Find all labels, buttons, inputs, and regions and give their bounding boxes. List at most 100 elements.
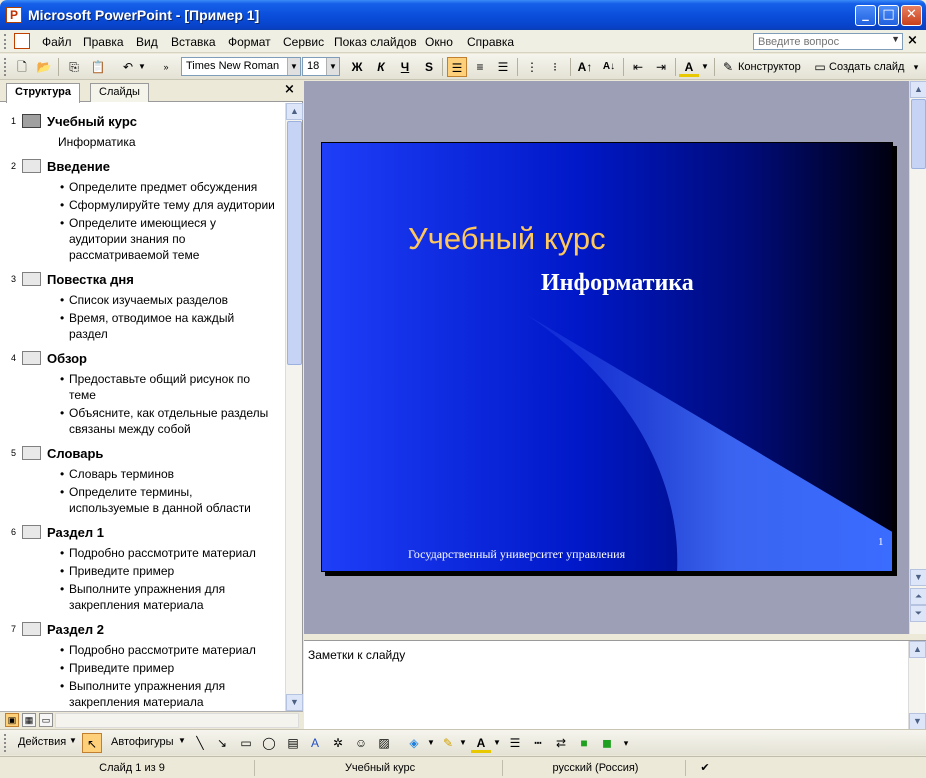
slide-title-text[interactable]: Учебный курс: [408, 221, 606, 257]
scroll-down-icon[interactable]: ▼: [910, 569, 926, 586]
dash-style-icon[interactable]: ┅: [528, 733, 548, 753]
chevron-down-icon[interactable]: ▼: [457, 733, 469, 753]
chevron-down-icon[interactable]: ▼: [891, 34, 900, 44]
list-item[interactable]: Список изучаемых разделов: [60, 292, 284, 308]
chevron-down-icon[interactable]: ▼: [326, 58, 339, 75]
close-icon[interactable]: ×: [284, 82, 295, 97]
slide-icon[interactable]: [22, 114, 41, 128]
normal-view-icon[interactable]: ▣: [5, 713, 19, 727]
list-item[interactable]: Словарь терминов: [60, 466, 284, 482]
menu-help[interactable]: Справка: [467, 35, 514, 49]
outline-slide-4[interactable]: 4 Обзор Предоставьте общий рисунок по те…: [0, 350, 285, 440]
close-document-icon[interactable]: ×: [907, 33, 918, 48]
font-color-icon[interactable]: A: [679, 57, 699, 77]
list-item[interactable]: Приведите пример: [60, 660, 284, 676]
document-icon[interactable]: [14, 33, 30, 49]
font-size-select[interactable]: 18 ▼: [302, 57, 340, 76]
scroll-up-icon[interactable]: ▲: [286, 103, 303, 120]
font-color-icon[interactable]: A: [471, 733, 491, 753]
list-item[interactable]: Выполните упражнения для закрепления мат…: [60, 581, 284, 613]
list-item[interactable]: Сформулируйте тему для аудитории: [60, 197, 284, 213]
slide-title[interactable]: Повестка дня: [47, 272, 134, 287]
outline-slide-1[interactable]: 1 Учебный курс Информатика: [0, 113, 285, 153]
increase-font-icon[interactable]: A↑: [575, 57, 595, 77]
previous-slide-icon[interactable]: ⏶: [910, 588, 926, 605]
slide-icon[interactable]: [22, 272, 41, 286]
menu-file[interactable]: Файл: [42, 35, 72, 49]
slide-title[interactable]: Раздел 1: [47, 525, 104, 540]
outline-content[interactable]: 1 Учебный курс Информатика 2 Введение Оп…: [0, 103, 285, 711]
outline-slide-7[interactable]: 7 Раздел 2 Подробно рассмотрите материал…: [0, 621, 285, 711]
clipart-icon[interactable]: ☺: [351, 733, 371, 753]
line-color-icon[interactable]: ✎: [438, 733, 458, 753]
list-item[interactable]: Объясните, как отдельные разделы связаны…: [60, 405, 284, 437]
diagram-icon[interactable]: ✲: [328, 733, 348, 753]
slide-icon[interactable]: [22, 159, 41, 173]
menu-tools[interactable]: Сервис: [283, 35, 324, 49]
autoshapes-menu[interactable]: Автофигуры: [111, 736, 174, 748]
select-pointer-icon[interactable]: ↖: [82, 733, 102, 753]
bullets-icon[interactable]: ⁝: [545, 57, 565, 77]
outline-slide-2[interactable]: 2 Введение Определите предмет обсуждения…: [0, 158, 285, 268]
slide-icon[interactable]: [22, 622, 41, 636]
menu-insert[interactable]: Вставка: [171, 35, 216, 49]
horizontal-scrollbar[interactable]: [55, 713, 299, 728]
slide-title[interactable]: Словарь: [47, 446, 103, 461]
slide-subtitle[interactable]: Информатика: [58, 135, 136, 149]
list-item[interactable]: Определите термины, используемые в данно…: [60, 484, 284, 516]
underline-button[interactable]: Ч: [395, 57, 415, 77]
slide-title[interactable]: Раздел 2: [47, 622, 104, 637]
slide-scrollbar[interactable]: ▲ ▼ ⏶ ⏷: [909, 81, 926, 634]
scrollbar-thumb[interactable]: [287, 121, 302, 365]
list-item[interactable]: Время, отводимое на каждый раздел: [60, 310, 284, 342]
textbox-icon[interactable]: ▤: [283, 733, 303, 753]
chevron-down-icon[interactable]: ▼: [69, 736, 77, 745]
outline-slide-6[interactable]: 6 Раздел 1 Подробно рассмотрите материал…: [0, 524, 285, 619]
slide-icon[interactable]: [22, 525, 41, 539]
tab-outline[interactable]: Структура: [6, 83, 80, 103]
picture-icon[interactable]: ▨: [374, 733, 394, 753]
slide-sorter-icon[interactable]: ▦: [22, 713, 36, 727]
oval-icon[interactable]: ◯: [259, 733, 279, 753]
wordart-icon[interactable]: A: [305, 733, 325, 753]
decrease-font-icon[interactable]: A↓: [599, 57, 619, 77]
slide-footer-text[interactable]: Государственный университет управления: [408, 547, 625, 562]
actions-menu[interactable]: Действия: [18, 736, 66, 748]
numbering-icon[interactable]: ⋮: [522, 57, 542, 77]
slide-title[interactable]: Учебный курс: [47, 114, 137, 129]
scroll-up-icon[interactable]: ▲: [909, 641, 926, 658]
list-item[interactable]: Определите имеющиеся у аудитории знания …: [60, 215, 284, 263]
help-question-box[interactable]: ▼: [753, 33, 903, 50]
outline-slide-3[interactable]: 3 Повестка дня Список изучаемых разделов…: [0, 271, 285, 346]
chevron-down-icon[interactable]: ▼: [178, 736, 186, 745]
new-slide-icon[interactable]: ▭: [810, 57, 830, 77]
tab-slides[interactable]: Слайды: [90, 83, 149, 102]
increase-indent-icon[interactable]: ⇥: [651, 57, 671, 77]
arrow-style-icon[interactable]: ⇄: [551, 733, 571, 753]
chevron-down-icon[interactable]: ▼: [699, 57, 711, 77]
open-icon[interactable]: 📂: [34, 57, 54, 77]
align-right-icon[interactable]: ☰: [493, 57, 513, 77]
scroll-down-icon[interactable]: ▼: [286, 694, 303, 711]
notes-scrollbar[interactable]: ▲ ▼: [908, 641, 926, 730]
slide-icon[interactable]: [22, 351, 41, 365]
line-icon[interactable]: ╲: [190, 733, 210, 753]
italic-button[interactable]: К: [371, 57, 391, 77]
list-item[interactable]: Приведите пример: [60, 563, 284, 579]
close-button[interactable]: ✕: [901, 5, 922, 26]
toolbar-grip[interactable]: [4, 34, 8, 49]
menu-view[interactable]: Вид: [136, 35, 158, 49]
menu-slideshow[interactable]: Показ слайдов: [334, 35, 417, 49]
slide-number-text[interactable]: 1: [878, 536, 884, 548]
notes-pane[interactable]: Заметки к слайду ▲ ▼: [304, 640, 926, 730]
bold-button[interactable]: Ж: [347, 57, 367, 77]
menu-window[interactable]: Окно: [425, 35, 453, 49]
toolbar-grip[interactable]: [4, 734, 8, 752]
arrow-icon[interactable]: ↘: [212, 733, 232, 753]
rectangle-icon[interactable]: ▭: [236, 733, 256, 753]
scroll-up-icon[interactable]: ▲: [910, 81, 926, 98]
list-item[interactable]: Определите предмет обсуждения: [60, 179, 284, 195]
minimize-button[interactable]: _: [855, 5, 876, 26]
align-left-icon[interactable]: ☰: [447, 57, 467, 77]
line-style-icon[interactable]: ☰: [505, 733, 525, 753]
